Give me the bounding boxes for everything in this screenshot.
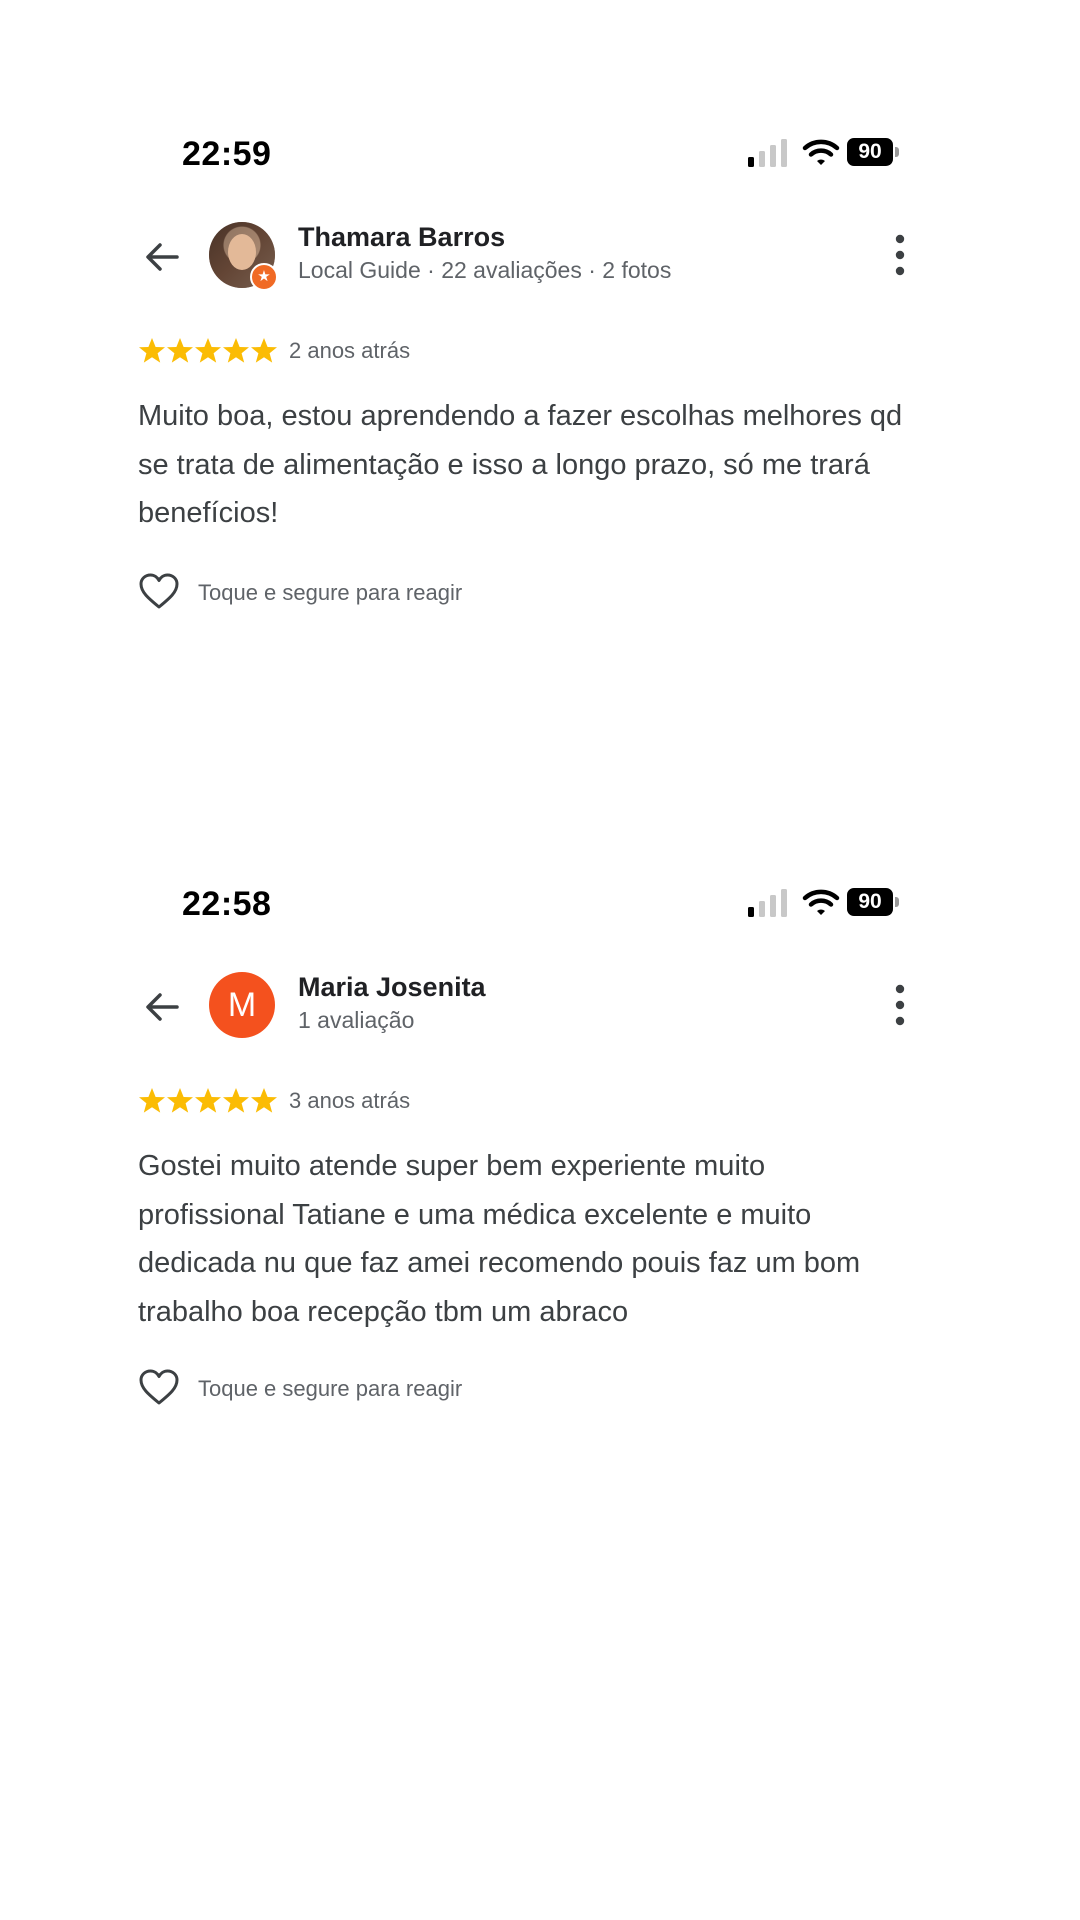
avatar[interactable]: ★ (209, 222, 278, 291)
wifi-icon (802, 139, 840, 165)
battery-level: 90 (847, 138, 893, 166)
more-options-icon[interactable] (888, 232, 912, 278)
battery-tip (895, 147, 899, 157)
reviewer-name[interactable]: Maria Josenita (298, 972, 486, 1003)
heart-icon[interactable] (138, 1368, 180, 1408)
reviewer-name[interactable]: Thamara Barros (298, 222, 505, 253)
reviewer-meta: 1 avaliação (298, 1007, 415, 1033)
battery-level: 90 (847, 888, 893, 916)
reviewer-meta: Local Guide · 22 avaliações · 2 fotos (298, 257, 672, 283)
battery-indicator: 90 (847, 888, 901, 916)
review-date: 2 anos atrás (289, 338, 411, 363)
cellular-signal-icon (748, 889, 787, 917)
wifi-icon (802, 889, 840, 915)
battery-tip (895, 897, 899, 907)
star-rating-icon (139, 1088, 277, 1113)
status-bar: 22:59 90 (0, 95, 1080, 173)
react-label: Toque e segure para reagir (198, 580, 463, 605)
review-screen-1: 22:59 90 ★ Thamara Barros Local Guide · … (0, 95, 1080, 855)
status-time: 22:59 (182, 135, 272, 173)
local-guide-badge-icon: ★ (250, 263, 278, 291)
review-text: Muito boa, estou aprendendo a fazer esco… (138, 400, 903, 529)
review-header: ★ Thamara Barros Local Guide · 22 avalia… (0, 220, 1080, 291)
react-label: Toque e segure para reagir (198, 1376, 463, 1401)
star-rating-icon (139, 338, 277, 363)
status-time: 22:58 (182, 885, 272, 923)
avatar-photo-face (228, 234, 256, 270)
review-header: M Maria Josenita 1 avaliação (0, 970, 1080, 1040)
review-date: 3 anos atrás (289, 1088, 411, 1113)
status-bar: 22:58 90 (0, 845, 1080, 923)
review-screen-2: 22:58 90 M Maria Josenita 1 avaliação 3 … (0, 845, 1080, 1605)
review-text: Gostei muito atende super bem experiente… (138, 1150, 861, 1328)
battery-indicator: 90 (847, 138, 901, 166)
avatar[interactable]: M (209, 972, 275, 1038)
cellular-signal-icon (748, 139, 787, 167)
more-options-icon[interactable] (888, 982, 912, 1028)
back-arrow-icon[interactable] (143, 238, 181, 276)
back-arrow-icon[interactable] (143, 988, 181, 1026)
heart-icon[interactable] (138, 572, 180, 612)
